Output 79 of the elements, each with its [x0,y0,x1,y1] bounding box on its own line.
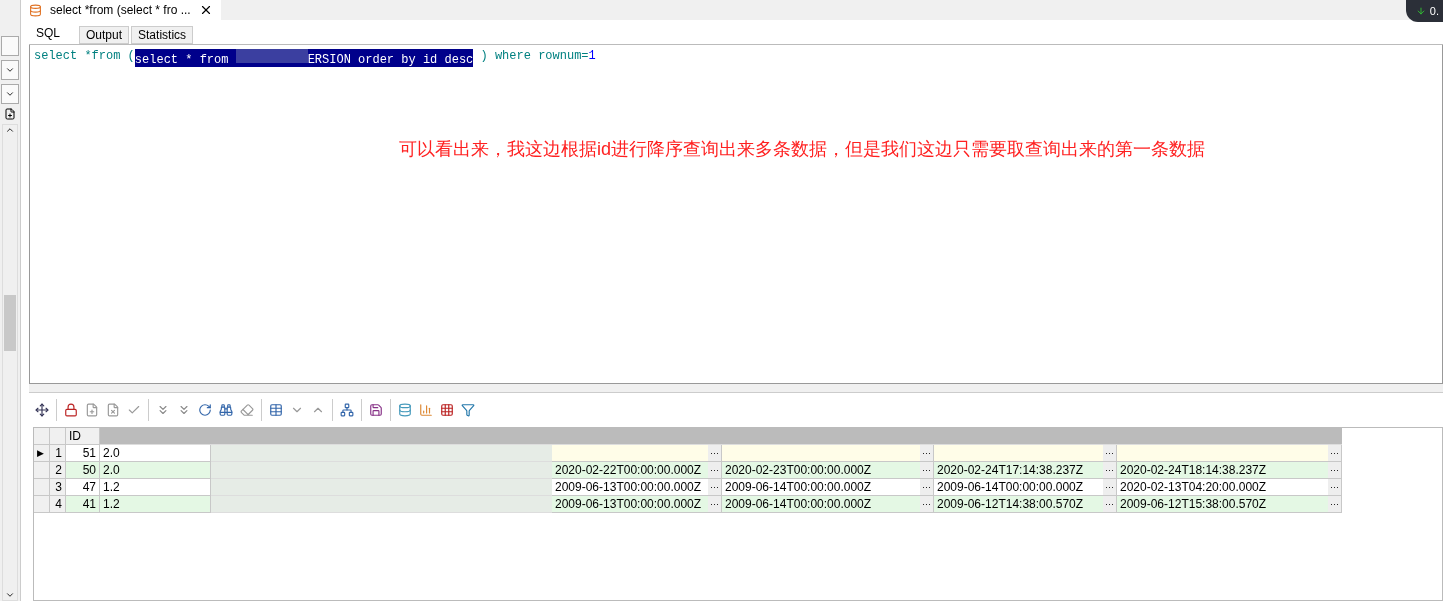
binoculars-icon[interactable] [219,403,233,417]
check-icon[interactable] [127,403,141,417]
table-cell: 47 [66,479,100,496]
bar-chart-icon[interactable] [419,403,433,417]
date-cell: 2020-02-23T00:00:00.000Z ··· [722,462,934,479]
ellipsis-button[interactable]: ··· [708,462,721,478]
ellipsis-button[interactable]: ··· [1328,479,1341,495]
database-icon [29,3,42,17]
table-cell: 50 [66,462,100,479]
date-cell: 2009-06-13T00:00:00.000Z ··· [552,496,722,513]
refresh-icon[interactable] [198,403,212,417]
table-cell: 1.2 [100,479,211,496]
double-down-icon[interactable] [156,403,170,417]
date-cell: 2020-02-24T18:14:38.237Z ··· [1117,462,1342,479]
database-icon[interactable] [398,403,412,417]
ellipsis-button[interactable]: ··· [1328,462,1341,478]
ellipsis-button[interactable]: ··· [920,496,933,512]
ellipsis-button[interactable]: ··· [1328,496,1341,512]
ellipsis-button[interactable]: ··· [920,462,933,478]
sql-text: select *from (select * from ERSION order by id desc ) where rownum=1 [34,49,597,67]
table-cell: 41 [66,496,100,513]
header-corner [50,428,66,445]
ellipsis-button[interactable]: ··· [1103,496,1116,512]
table-cell: 1.2 [100,496,211,513]
tab[interactable]: Statistics [131,26,194,44]
row-number: 3 [50,479,66,496]
row-number: 1 [50,445,66,462]
date-cell: 2009-06-12T14:38:00.570Z ··· [934,496,1117,513]
date-cell: 2009-06-14T00:00:00.000Z ··· [722,496,934,513]
row-indicator: ▶ [34,445,50,462]
row-indicator [34,496,50,513]
ellipsis-button[interactable]: ··· [708,445,721,461]
eraser-icon[interactable] [240,403,254,417]
ellipsis-button[interactable]: ··· [708,479,721,495]
grid-icon[interactable] [440,403,454,417]
row-number: 2 [50,462,66,479]
download-badge: 0. [1405,0,1443,22]
date-cell: 2009-06-13T00:00:00.000Z ··· [552,479,722,496]
date-cell: 2009-06-12T15:38:00.570Z ··· [1117,496,1342,513]
new-file-icon[interactable] [4,108,16,120]
chevron-down-icon [5,89,15,99]
annotation-text: 可以看出来，我这边根据id进行降序查询出来多条数据，但是我们这边只需要取查询出来的第一条数据 [399,138,1205,161]
delete-row-icon[interactable] [106,403,120,417]
save-icon[interactable] [369,403,383,417]
double-down-icon[interactable] [177,403,191,417]
ellipsis-button[interactable]: ··· [920,479,933,495]
ellipsis-button[interactable]: ··· [1328,445,1341,461]
move-icon[interactable] [35,403,49,417]
ellipsis-button[interactable]: ··· [1103,479,1116,495]
filter-icon[interactable] [461,403,475,417]
table-cell: 2.0 [100,462,211,479]
date-cell: 2009-06-14T00:00:00.000Z ··· [934,479,1117,496]
date-cell: 2020-02-22T00:00:00.000Z ··· [552,462,722,479]
header-corner [34,428,50,445]
lock-icon[interactable] [64,403,78,417]
row-number: 4 [50,496,66,513]
row-indicator [34,462,50,479]
column-header[interactable]: ID [66,428,100,445]
editor-tab[interactable]: select *from (select * fro ... [29,0,221,20]
ellipsis-button[interactable]: ··· [1103,445,1116,461]
add-row-icon[interactable] [85,403,99,417]
date-cell: 2020-02-13T04:20:00.000Z ··· [1117,479,1342,496]
ellipsis-button[interactable]: ··· [708,496,721,512]
table-cell: 2.0 [100,445,211,462]
scroll-down-icon[interactable] [5,590,15,600]
row-indicator [34,479,50,496]
tree-icon[interactable] [340,403,354,417]
panel-button[interactable] [1,36,19,56]
scrollbar-thumb[interactable] [4,295,16,351]
table-icon[interactable] [269,403,283,417]
table-cell: 51 [66,445,100,462]
scroll-up-icon[interactable] [5,125,15,135]
dropdown-button[interactable] [1,60,19,80]
date-cell: 2009-06-14T00:00:00.000Z ··· [722,479,934,496]
date-cell: 2020-02-24T17:14:38.237Z ··· [934,462,1117,479]
ellipsis-button[interactable]: ··· [1103,462,1116,478]
ellipsis-button[interactable]: ··· [920,445,933,461]
chevron-down-icon [5,65,15,75]
tab[interactable]: Output [79,26,130,44]
